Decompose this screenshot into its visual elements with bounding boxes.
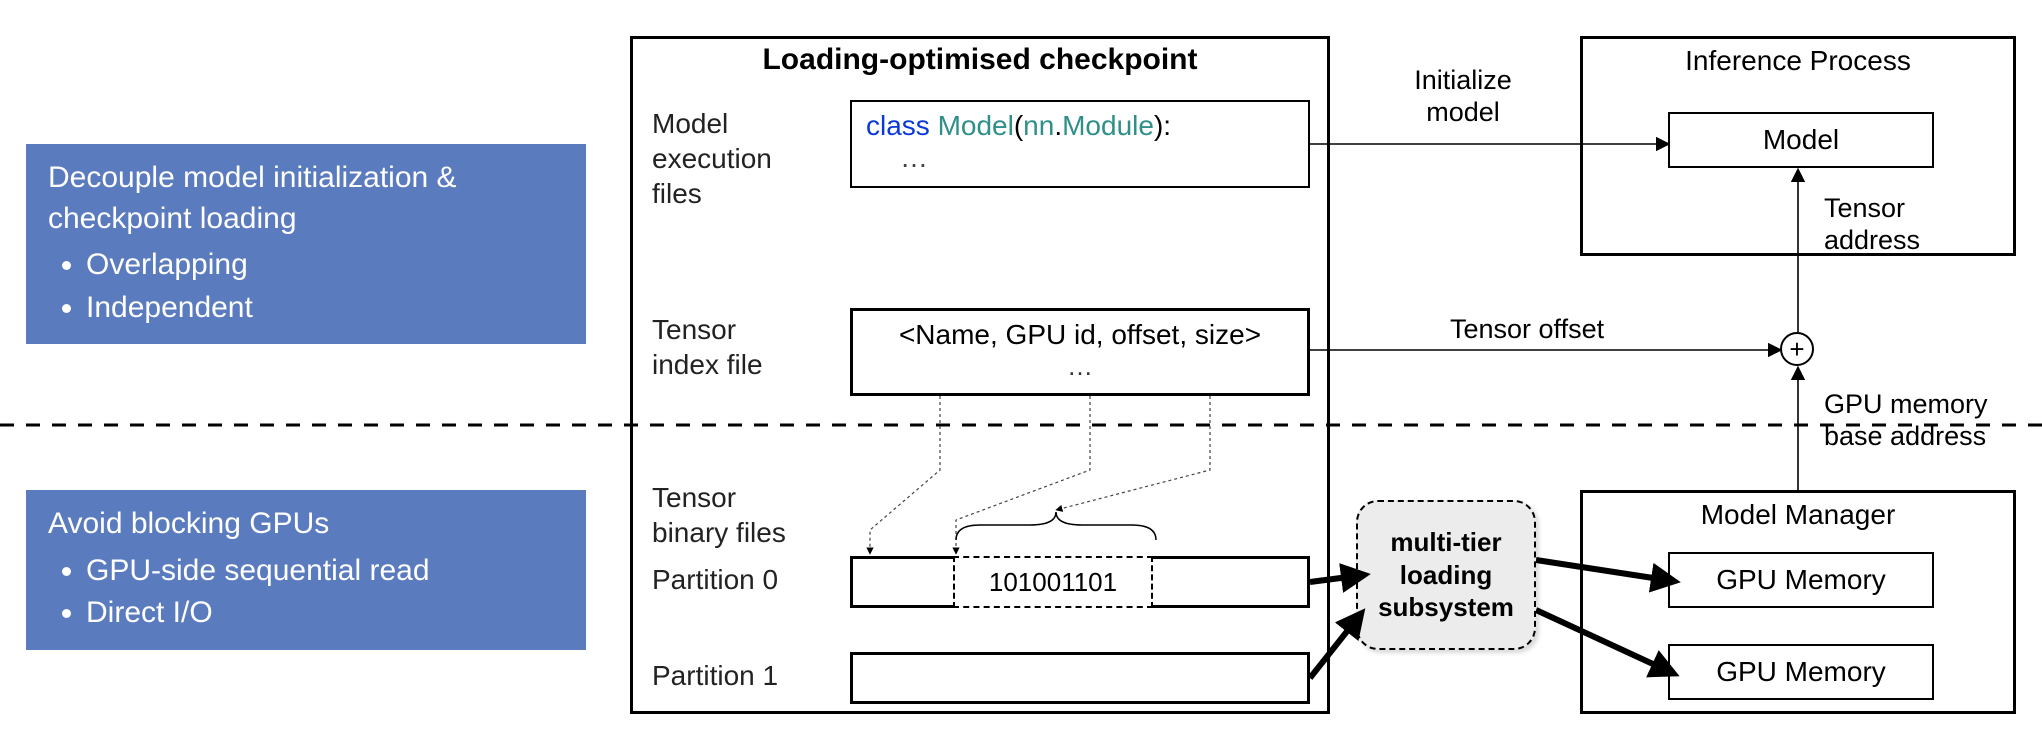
callout-avoid-list: GPU-side sequential read Direct I/O	[86, 551, 564, 634]
anno-gpu-base: GPU memory base address	[1824, 388, 2024, 453]
gpu-memory-0: GPU Memory	[1668, 552, 1934, 608]
callout-avoid-blocking: Avoid blocking GPUs GPU-side sequential …	[26, 490, 586, 650]
callout-decouple: Decouple model initialization & checkpoi…	[26, 144, 586, 344]
anno-tensor-addr: Tensor address	[1824, 192, 1954, 257]
multitier-text: multi-tier loading subsystem	[1358, 526, 1534, 624]
partition0-label: Partition 0	[652, 562, 778, 597]
code-close: ):	[1154, 110, 1171, 141]
code-ellipsis: …	[900, 142, 1294, 174]
gpu-memory-1: GPU Memory	[1668, 644, 1934, 700]
code-model: Model	[938, 110, 1014, 141]
index-box: <Name, GPU id, offset, size> …	[850, 308, 1310, 396]
exec-files-label: Model execution files	[652, 106, 772, 211]
index-file-label: Tensor index file	[652, 312, 763, 382]
checkpoint-heading: Loading-optimised checkpoint	[633, 43, 1327, 77]
code-box: class Model(nn.Module): …	[850, 100, 1310, 188]
code-kw-class: class	[866, 110, 938, 141]
index-tuple: <Name, GPU id, offset, size>	[853, 319, 1307, 351]
callout-avoid-b1: GPU-side sequential read	[86, 551, 564, 592]
callout-decouple-b2: Independent	[86, 288, 564, 329]
code-dot: .	[1054, 110, 1062, 141]
model-box: Model	[1668, 112, 1934, 168]
partition0-data: 101001101	[953, 556, 1153, 608]
binary-files-label: Tensor binary files	[652, 480, 786, 550]
code-open: (	[1014, 110, 1023, 141]
partition1-label: Partition 1	[652, 658, 778, 693]
callout-avoid-title: Avoid blocking GPUs	[48, 504, 564, 545]
inference-heading: Inference Process	[1583, 45, 2013, 77]
callout-decouple-title: Decouple model initialization & checkpoi…	[48, 158, 564, 239]
code-module: Module	[1062, 110, 1154, 141]
model-box-text: Model	[1763, 124, 1839, 156]
callout-decouple-b1: Overlapping	[86, 245, 564, 286]
multitier-subsystem: multi-tier loading subsystem	[1356, 500, 1536, 650]
index-ellipsis: …	[853, 351, 1307, 382]
gpu-memory-1-text: GPU Memory	[1716, 656, 1886, 688]
anno-tensor-offset: Tensor offset	[1450, 314, 1604, 345]
anno-init-model: Initialize model	[1388, 64, 1538, 129]
callout-avoid-b2: Direct I/O	[86, 593, 564, 634]
callout-decouple-list: Overlapping Independent	[86, 245, 564, 328]
gpu-memory-0-text: GPU Memory	[1716, 564, 1886, 596]
plus-node: +	[1780, 332, 1814, 366]
partition0-box: 101001101	[850, 556, 1310, 608]
code-nn: nn	[1023, 110, 1054, 141]
partition1-box	[850, 652, 1310, 704]
manager-heading: Model Manager	[1583, 499, 2013, 531]
